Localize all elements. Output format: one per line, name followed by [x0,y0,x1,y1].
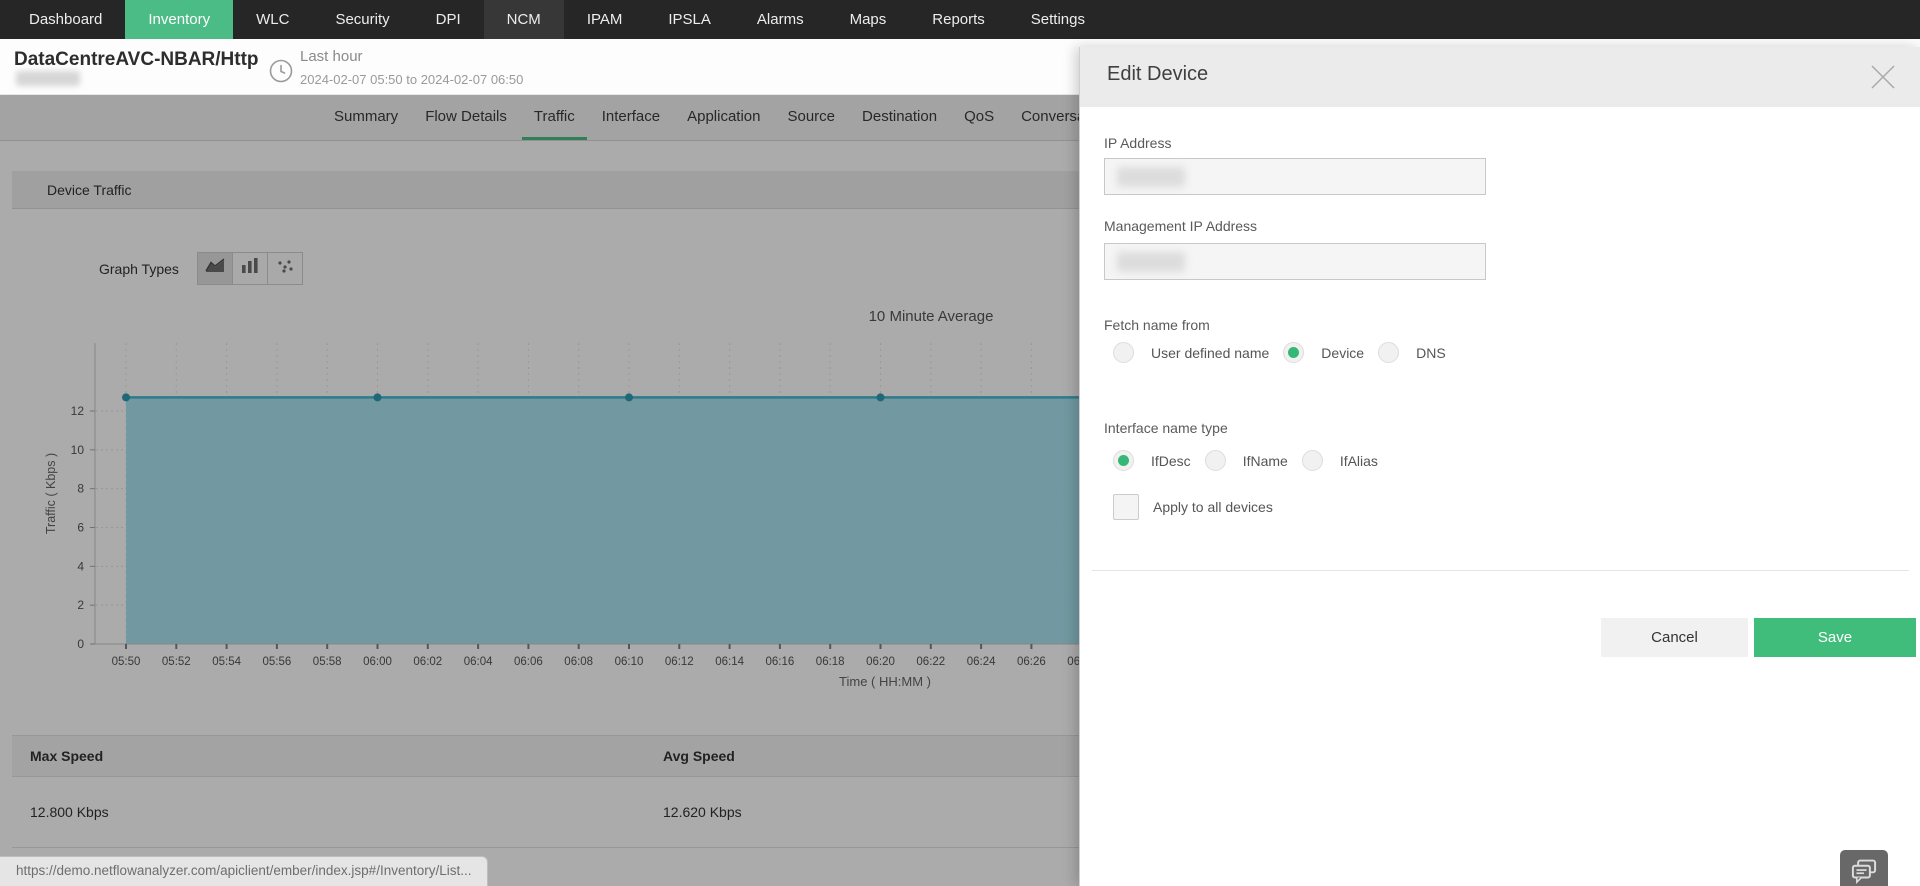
obscured-device-id [16,71,80,86]
fetch-name-radio-group: User defined name Device DNS [1113,342,1446,363]
chat-icon [1848,856,1880,886]
nav-item-ipam[interactable]: IPAM [564,0,646,39]
app-window: Dashboard Inventory WLC Security DPI NCM IPAM I… [0,0,1920,886]
radio-label: DNS [1416,344,1446,361]
radio-unselected-icon[interactable] [1113,342,1134,363]
close-icon[interactable] [1867,61,1899,93]
mgmt-ip-address-input[interactable] [1104,243,1486,280]
radio-option-dns[interactable]: DNS [1378,342,1446,363]
interface-name-type-label: Interface name type [1104,420,1228,436]
edit-device-panel: Edit Device IP Address Management IP Add… [1079,47,1920,886]
time-period-label[interactable]: Last hour [300,48,363,65]
fetch-name-from-label: Fetch name from [1104,317,1210,333]
nav-item-reports[interactable]: Reports [909,0,1008,39]
time-range-value: 2024-02-07 05:50 to 2024-02-07 06:50 [300,72,524,87]
radio-selected-icon[interactable] [1283,342,1305,363]
nav-item-ipsla[interactable]: IPSLA [645,0,734,39]
radio-unselected-icon[interactable] [1301,450,1323,471]
nav-item-security[interactable]: Security [312,0,412,39]
mgmt-ip-address-label: Management IP Address [1104,218,1258,234]
ip-address-label: IP Address [1104,135,1172,151]
interface-name-radio-group: IfDesc IfName IfAlias [1113,450,1378,471]
obscured-mgmt-ip-value [1117,252,1185,272]
radio-label: IfAlias [1339,452,1378,469]
apply-to-all-devices-row: Apply to all devices [1113,494,1273,520]
radio-label: User defined name [1151,344,1270,361]
radio-label: Device [1321,344,1365,361]
nav-item-wlc[interactable]: WLC [233,0,312,39]
radio-option-ifalias[interactable]: IfAlias [1301,450,1378,471]
clock-icon [269,59,293,88]
nav-item-dashboard[interactable]: Dashboard [6,0,125,39]
nav-item-maps[interactable]: Maps [827,0,910,39]
nav-item-dpi[interactable]: DPI [413,0,484,39]
panel-header: Edit Device [1080,47,1920,107]
ip-address-input[interactable] [1104,158,1486,195]
apply-to-all-checkbox[interactable] [1113,494,1139,520]
panel-divider [1092,570,1909,571]
save-button[interactable]: Save [1754,618,1916,657]
radio-label: IfName [1242,452,1288,469]
radio-option-user-defined-name[interactable]: User defined name [1113,342,1269,363]
cancel-button[interactable]: Cancel [1601,618,1748,657]
top-nav: Dashboard Inventory WLC Security DPI NCM IPAM I… [0,0,1920,39]
nav-item-alarms[interactable]: Alarms [734,0,827,39]
page-title: DataCentreAVC-NBAR/Http [14,49,259,70]
nav-item-settings[interactable]: Settings [1008,0,1108,39]
radio-option-device[interactable]: Device [1283,342,1364,363]
apply-to-all-label: Apply to all devices [1153,499,1273,515]
radio-unselected-icon[interactable] [1378,342,1400,363]
nav-item-inventory[interactable]: Inventory [125,0,234,39]
panel-title: Edit Device [1107,63,1209,85]
radio-unselected-icon[interactable] [1204,450,1226,471]
status-bar-url: https://demo.netflowanalyzer.com/apiclie… [0,856,489,886]
obscured-ip-value [1117,167,1185,187]
radio-option-ifdesc[interactable]: IfDesc [1113,450,1191,471]
radio-option-ifname[interactable]: IfName [1204,450,1288,471]
feedback-chat-button[interactable] [1840,850,1888,886]
nav-item-ncm[interactable]: NCM [483,0,564,39]
radio-label: IfDesc [1151,452,1191,469]
radio-selected-icon[interactable] [1113,450,1134,471]
